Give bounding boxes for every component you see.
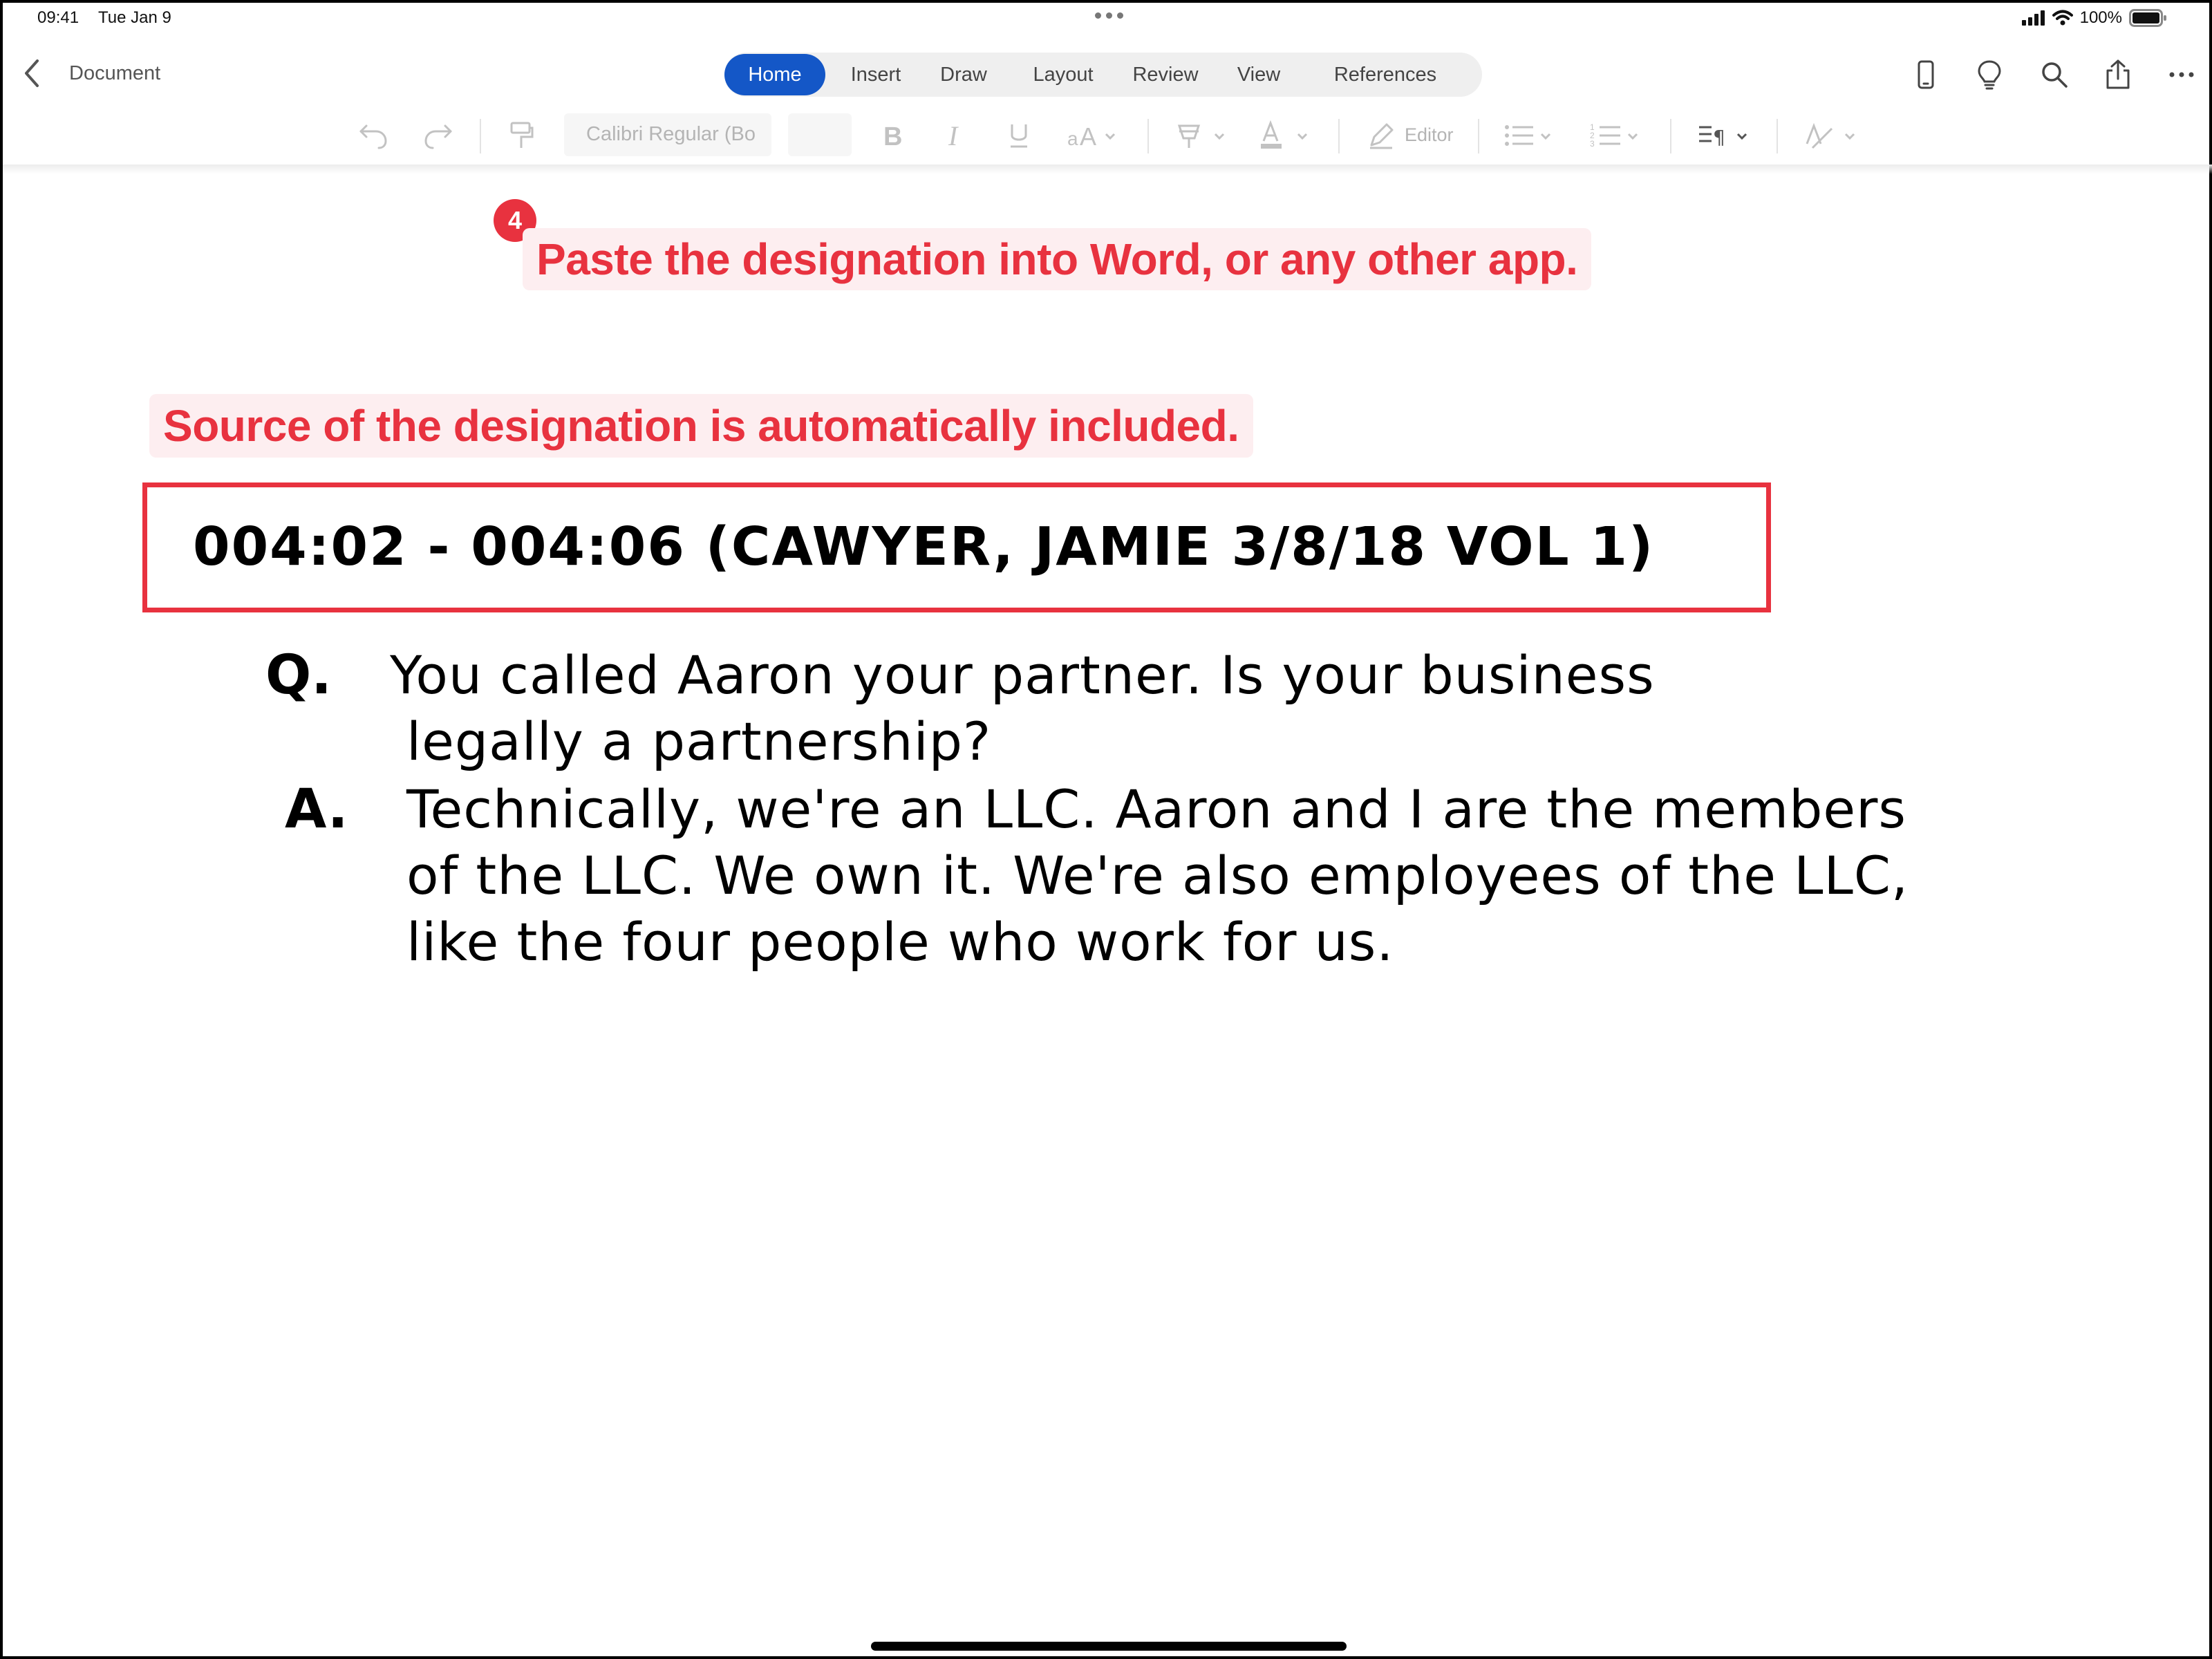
svg-text:I: I: [948, 120, 959, 151]
answer-line: Technically, we're an LLC. Aaron and I a…: [406, 778, 1906, 840]
paragraph-icon[interactable]: ¶: [1696, 120, 1753, 151]
ipad-screen: 09:41 Tue Jan 9 100% Document Home Inser…: [0, 0, 2212, 1659]
font-size-icon[interactable]: a A: [1066, 120, 1121, 151]
paste-instruction-callout: Paste the designation into Word, or any …: [523, 228, 1592, 290]
tab-layout[interactable]: Layout: [1016, 53, 1110, 97]
svg-text:B: B: [883, 122, 902, 151]
home-indicator[interactable]: [871, 1642, 1347, 1651]
redo-icon[interactable]: [422, 120, 455, 151]
toolbar-divider: [480, 119, 481, 153]
svg-text:a: a: [1067, 128, 1078, 149]
answer-label: A.: [285, 778, 348, 841]
editor-icon[interactable]: [1366, 120, 1396, 151]
cellular-signal-icon: [2021, 10, 2045, 26]
designation-citation-box: 004:02 - 004:06 (CAWYER, JAMIE 3/8/18 VO…: [142, 482, 1771, 612]
tab-draw[interactable]: Draw: [926, 53, 1001, 97]
svg-text:3: 3: [1590, 139, 1595, 149]
battery-icon: [2129, 9, 2166, 27]
bold-icon[interactable]: B: [877, 120, 907, 151]
numbering-icon[interactable]: 1 2 3: [1590, 120, 1645, 151]
editor-button-label[interactable]: Editor: [1405, 124, 1454, 146]
format-painter-icon[interactable]: [506, 120, 536, 151]
toolbar-divider: [1338, 119, 1340, 153]
tab-insert[interactable]: Insert: [835, 53, 917, 97]
tab-review[interactable]: Review: [1117, 53, 1214, 97]
chevron-left-icon[interactable]: [21, 58, 44, 88]
lightbulb-icon[interactable]: [1973, 58, 2006, 91]
svg-text:A: A: [1080, 122, 1096, 151]
font-color-icon[interactable]: [1258, 120, 1313, 151]
source-note-callout: Source of the designation is automatical…: [149, 394, 1253, 458]
font-name-field[interactable]: Calibri Regular (Bo: [564, 113, 771, 156]
designation-citation: 004:02 - 004:06 (CAWYER, JAMIE 3/8/18 VO…: [193, 516, 1655, 578]
question-label: Q.: [265, 644, 332, 706]
font-size-field[interactable]: [788, 113, 852, 156]
underline-icon[interactable]: [1004, 120, 1034, 151]
battery-percentage: 100%: [2079, 8, 2122, 27]
highlight-icon[interactable]: [1175, 120, 1230, 151]
toolbar-divider: [1478, 119, 1479, 153]
question-line: You called Aaron your partner. Is your b…: [390, 644, 1655, 706]
share-icon[interactable]: [2101, 58, 2135, 91]
status-date: Tue Jan 9: [98, 8, 171, 27]
bullets-icon[interactable]: [1503, 120, 1558, 151]
more-icon[interactable]: [2165, 58, 2198, 91]
toolbar-shadow: [3, 165, 2212, 174]
toolbar-divider: [1147, 119, 1149, 153]
document-title[interactable]: Document: [69, 62, 160, 85]
wifi-icon: [2052, 10, 2073, 26]
tab-references[interactable]: References: [1304, 53, 1467, 97]
italic-icon[interactable]: I: [940, 120, 971, 151]
tab-home[interactable]: Home: [724, 54, 825, 95]
search-icon[interactable]: [2038, 58, 2071, 91]
phone-view-icon[interactable]: [1909, 58, 1942, 91]
home-toolbar: Calibri Regular (Bo B I a A Editor 1 2 3…: [3, 106, 2212, 165]
answer-line: like the four people who work for us.: [406, 911, 1394, 973]
undo-icon[interactable]: [357, 120, 390, 151]
tab-view[interactable]: View: [1221, 53, 1297, 97]
styles-icon[interactable]: [1804, 120, 1861, 151]
status-time: 09:41: [37, 8, 79, 27]
font-name-value: Calibri Regular (Bo: [586, 123, 756, 145]
ribbon-tab-bar: Home Insert Draw Layout Review View Refe…: [724, 53, 1482, 97]
svg-text:¶: ¶: [1713, 126, 1725, 149]
multitasking-handle-icon[interactable]: [1095, 12, 1124, 19]
answer-line: of the LLC. We own it. We're also employ…: [406, 845, 1909, 906]
status-indicators: 100%: [2021, 7, 2168, 29]
toolbar-divider: [1777, 119, 1778, 153]
toolbar-divider: [1670, 119, 1671, 153]
question-line: legally a partnership?: [406, 711, 992, 772]
